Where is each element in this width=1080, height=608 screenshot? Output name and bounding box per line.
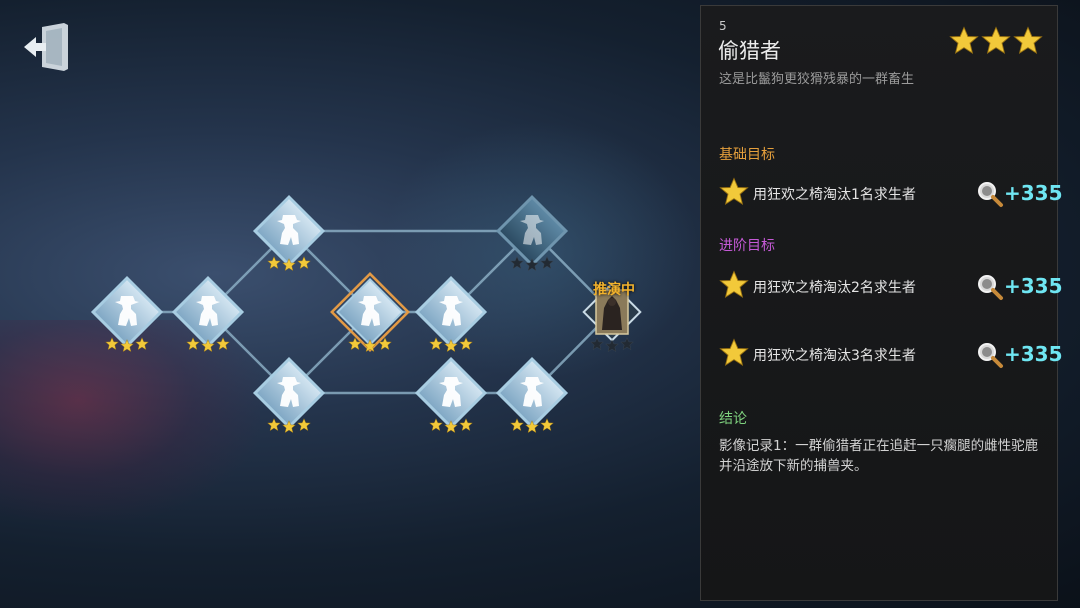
goal-row: 用狂欢之椅淘汰3名求生者 +335 (719, 338, 1063, 372)
conclusion-label: 结论 (719, 411, 747, 427)
node-stars (510, 256, 554, 271)
in-progress-label: 推演中 (593, 282, 635, 298)
chapter-rating (949, 26, 1043, 56)
star-icon (459, 418, 473, 431)
goal-reward: +335 (1004, 274, 1063, 298)
empty-star-icon (620, 337, 634, 350)
goal-row: 用狂欢之椅淘汰2名求生者 +335 (719, 270, 1063, 304)
advanced-goal-label: 进阶目标 (719, 238, 775, 254)
chapter-number: 5 (719, 19, 727, 33)
magnifier-icon[interactable] (976, 273, 1004, 301)
goal-text: 用狂欢之椅淘汰2名求生者 (753, 280, 916, 296)
node-stars (267, 256, 311, 271)
chapter-subtitle: 这是比鬣狗更狡猾残暴的一群畜生 (719, 72, 915, 87)
chapter-node[interactable] (90, 275, 164, 352)
star-icon (719, 177, 749, 205)
node-stars (105, 337, 149, 352)
goal-reward: +335 (1004, 342, 1063, 366)
star-icon (510, 418, 524, 431)
chapter-tree (90, 194, 642, 433)
node-stars (510, 418, 554, 433)
node-stars (267, 418, 311, 433)
star-icon (267, 418, 281, 431)
goal-text: 用狂欢之椅淘汰3名求生者 (753, 348, 916, 364)
magnifier-icon[interactable] (976, 180, 1004, 208)
chapter-node[interactable] (414, 356, 488, 433)
goal-text: 用狂欢之椅淘汰1名求生者 (753, 187, 916, 203)
chapter-title: 偷猎者 (718, 39, 781, 63)
chapter-node[interactable] (252, 194, 326, 271)
star-icon (429, 418, 443, 431)
star-icon (186, 337, 200, 350)
star-icon (540, 418, 554, 431)
star-icon (459, 337, 473, 350)
star-icon (297, 418, 311, 431)
star-icon (719, 270, 749, 298)
empty-star-icon (510, 256, 524, 269)
star-icon (216, 337, 230, 350)
chapter-detail-panel: 5 偷猎者 这是比鬣狗更狡猾残暴的一群畜生 基础目标 用狂欢之椅淘汰1名求生者 … (700, 5, 1063, 601)
node-stars (186, 337, 230, 352)
star-icon (981, 26, 1011, 54)
star-icon (1013, 26, 1043, 54)
empty-star-icon (540, 256, 554, 269)
chapter-node-locked[interactable] (495, 194, 569, 271)
goal-row: 用狂欢之椅淘汰1名求生者 +335 (719, 177, 1063, 211)
star-icon (267, 256, 281, 269)
star-icon (719, 338, 749, 366)
star-icon (297, 256, 311, 269)
star-icon (135, 337, 149, 350)
node-stars (429, 337, 473, 352)
magnifier-icon[interactable] (976, 341, 1004, 369)
basic-goal-label: 基础目标 (719, 147, 775, 163)
goal-reward: +335 (1004, 181, 1063, 205)
empty-star-icon (605, 339, 619, 352)
star-icon (429, 337, 443, 350)
node-stars (429, 418, 473, 433)
star-icon (105, 337, 119, 350)
conclusion-text: 影像记录1：一群偷猎者正在追赶一只瘸腿的雌性驼鹿并沿途放下新的捕兽夹。 (719, 438, 1039, 474)
empty-star-icon (590, 337, 604, 350)
star-icon (949, 26, 979, 54)
node-stars (590, 337, 634, 352)
